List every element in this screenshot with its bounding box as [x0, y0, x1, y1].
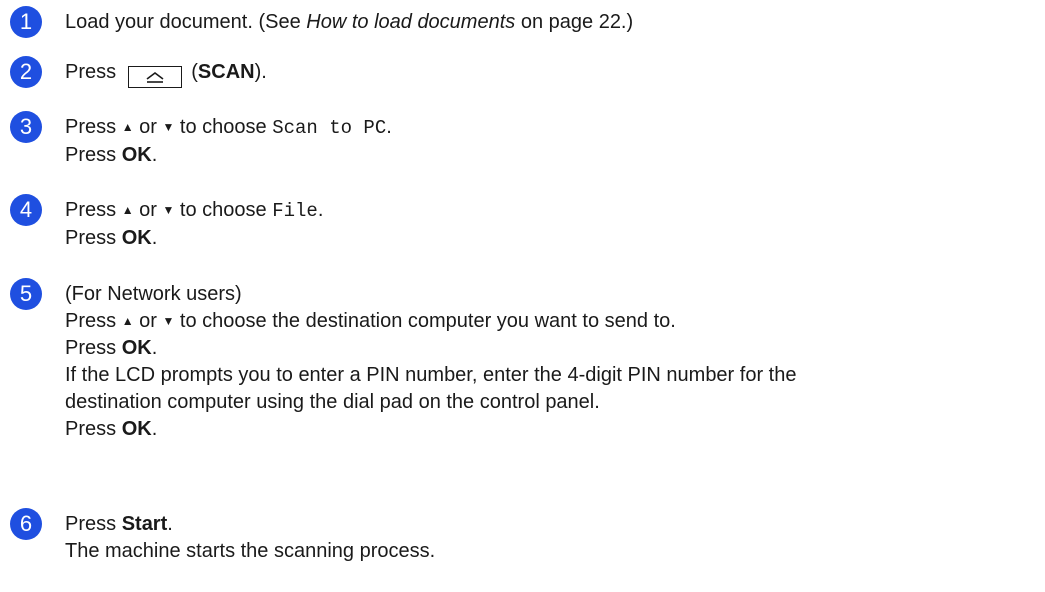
step-1-text: Load your document. (See How to load doc…: [65, 9, 1045, 36]
text-run: .: [151, 418, 158, 440]
network-users-note: (For Network users): [65, 283, 242, 305]
text-run: .: [386, 116, 392, 138]
text-run: Press: [65, 61, 122, 83]
up-arrow-icon: ▲: [121, 120, 134, 134]
step-number-badge: 4: [10, 194, 42, 226]
up-arrow-icon: ▲: [121, 203, 134, 217]
text-run: .: [151, 337, 158, 359]
step-3-line-1: Press ▲ or ▼ to choose Scan to PC.: [65, 114, 1045, 142]
text-run: Press: [65, 199, 122, 221]
ok-key-label: OK: [121, 144, 152, 166]
up-arrow-icon: ▲: [121, 314, 134, 328]
text-run: .: [167, 513, 173, 535]
down-arrow-icon: ▼: [162, 314, 175, 328]
text-run: to choose: [174, 116, 273, 138]
step-5-ok-line-2: Press OK.: [65, 416, 1045, 443]
step-2-text: Press (SCAN).: [65, 59, 1045, 88]
text-run: to choose the destination computer you w…: [174, 310, 676, 332]
ok-key-label: OK: [121, 418, 152, 440]
text-run: Load your document. (See: [65, 11, 307, 33]
step-5-choose-line: Press ▲ or ▼ to choose the destination c…: [65, 308, 1045, 335]
step-5-ok-line-1: Press OK.: [65, 335, 1045, 362]
text-run: to choose: [174, 199, 273, 221]
text-run: (: [185, 61, 198, 83]
pin-instruction-line-1: If the LCD prompts you to enter a PIN nu…: [65, 364, 797, 386]
text-run: or: [133, 199, 163, 221]
step-number-badge: 2: [10, 56, 42, 88]
step-number-badge: 1: [10, 6, 42, 38]
menu-option: Scan to PC: [272, 117, 387, 139]
step-number-badge: 3: [10, 111, 42, 143]
reference-link: How to load documents: [306, 11, 516, 33]
text-run: Press: [65, 337, 122, 359]
menu-option: File: [272, 200, 318, 222]
step-number-badge: 6: [10, 508, 42, 540]
step-3-line-2: Press OK.: [65, 142, 1045, 169]
start-key-label: Start: [121, 513, 168, 535]
text-run: Press: [65, 513, 122, 535]
ok-key-label: OK: [121, 337, 152, 359]
step-6-line-1: Press Start.: [65, 511, 1045, 538]
text-run: Press: [65, 144, 122, 166]
step-4-line-1: Press ▲ or ▼ to choose File.: [65, 197, 1045, 225]
scan-label: SCAN: [197, 61, 255, 83]
text-run: Press: [65, 310, 122, 332]
text-run: on page 22.): [515, 11, 634, 33]
step-4-line-2: Press OK.: [65, 225, 1045, 252]
text-run: Press: [65, 227, 122, 249]
text-run: .: [151, 144, 158, 166]
text-run: Press: [65, 116, 122, 138]
text-run: or: [133, 116, 163, 138]
ok-key-label: OK: [121, 227, 152, 249]
down-arrow-icon: ▼: [162, 120, 175, 134]
down-arrow-icon: ▼: [162, 203, 175, 217]
pin-instruction-line-2: destination computer using the dial pad …: [65, 391, 600, 413]
text-run: .: [151, 227, 158, 249]
step-number-badge: 5: [10, 278, 42, 310]
scan-key-icon: [127, 66, 182, 88]
text-run: ).: [254, 61, 267, 83]
process-description: The machine starts the scanning process.: [65, 540, 436, 562]
text-run: .: [317, 199, 324, 221]
text-run: or: [133, 310, 163, 332]
text-run: Press: [65, 418, 122, 440]
